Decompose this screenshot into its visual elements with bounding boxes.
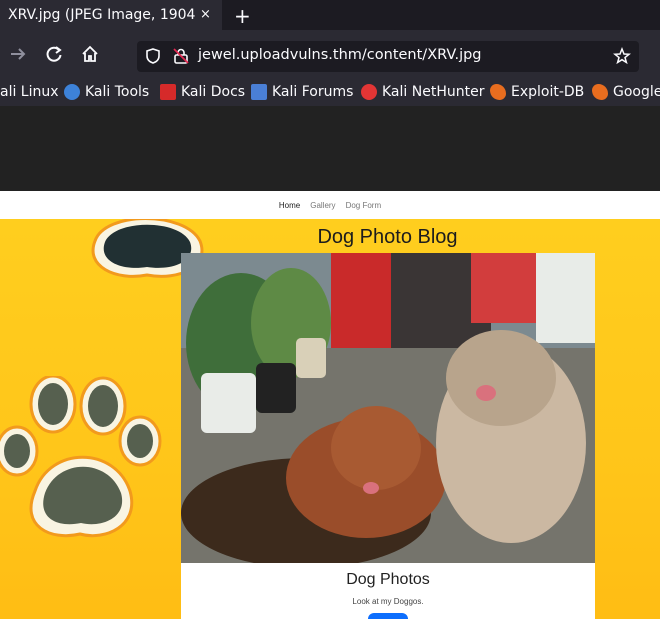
home-icon[interactable] [80,44,100,64]
blog-title: Dog Photo Blog [317,226,458,248]
tab-strip: XRV.jpg (JPEG Image, 1904 × + [0,0,660,30]
exploit-db-icon [490,84,506,100]
kali-forums-icon [251,84,267,100]
google-hacking-icon [592,84,608,100]
dog-blog-screenshot: Home Gallery Dog Form Dog Photo Blog Dog… [0,191,660,619]
star-icon[interactable] [613,47,631,65]
card-action-button[interactable] [368,613,408,619]
nav-gallery-link[interactable]: Gallery [310,201,335,210]
bookmark-kali-linux[interactable]: ali Linux [0,82,59,102]
dog-photo [181,253,595,563]
bookmark-kali-forums[interactable]: Kali Forums [251,82,353,102]
bookmark-google-hacking[interactable]: Google [592,82,660,102]
nav-home-link[interactable]: Home [279,201,300,210]
kali-tools-icon [64,84,80,100]
nav-dog-form-link[interactable]: Dog Form [346,201,382,210]
paw-print-left [0,376,162,538]
bookmarks-toolbar: ali Linux Kali Tools Kali Docs Kali Foru… [0,78,660,106]
bookmark-exploit-db[interactable]: Exploit-DB [490,82,584,102]
url-text[interactable]: jewel.uploadvulns.thm/content/XRV.jpg [198,47,482,63]
browser-tab[interactable]: XRV.jpg (JPEG Image, 1904 × [0,0,222,30]
card-subtitle: Look at my Doggos. [352,597,424,606]
shield-icon[interactable] [144,47,162,65]
bookmark-kali-tools[interactable]: Kali Tools [64,82,149,102]
dog-photo-card: Dog Photos Look at my Doggos. [181,253,595,619]
kali-docs-icon [160,84,176,100]
new-tab-button[interactable]: + [234,4,251,28]
kali-nethunter-icon [361,84,377,100]
lock-icon[interactable] [172,47,190,65]
tab-close-icon[interactable]: × [200,7,211,22]
bookmark-kali-nethunter[interactable]: Kali NetHunter [361,82,484,102]
reload-icon[interactable] [44,44,64,64]
site-navbar: Home Gallery Dog Form [0,191,660,219]
tab-title: XRV.jpg (JPEG Image, 1904 [8,7,196,23]
card-title: Dog Photos [346,571,430,588]
bookmark-kali-docs[interactable]: Kali Docs [160,82,245,102]
forward-arrow-icon[interactable] [8,44,28,64]
